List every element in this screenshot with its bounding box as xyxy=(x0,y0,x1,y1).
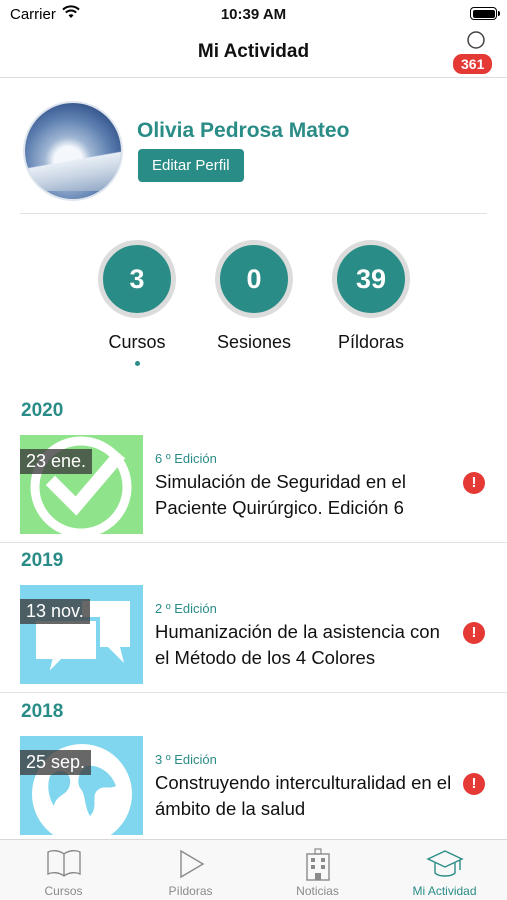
alert-icon[interactable]: ! xyxy=(463,622,485,644)
page-title: Mi Actividad xyxy=(197,41,310,62)
separator xyxy=(0,542,507,543)
user-notifications-button[interactable]: 361 xyxy=(451,30,499,76)
course-edition: 2 º Edición xyxy=(155,601,217,616)
alert-icon[interactable]: ! xyxy=(463,773,485,795)
avatar[interactable] xyxy=(25,103,121,199)
profile-header: Olivia Pedrosa Mateo Editar Perfil xyxy=(0,100,507,210)
status-bar: Carrier 10:39 AM xyxy=(0,0,507,28)
notification-badge: 361 xyxy=(451,52,495,76)
stat-sesiones[interactable]: 0 Sesiones xyxy=(214,240,294,353)
course-item[interactable]: 23 ene. 6 º Edición Simulación de Seguri… xyxy=(0,435,507,539)
tab-bar: Cursos Píldoras Noticias Mi Actividad xyxy=(0,839,507,900)
stat-value: 0 xyxy=(246,263,262,294)
tab-label: Mi Actividad xyxy=(412,884,477,898)
tab-label: Cursos xyxy=(44,884,83,898)
course-thumbnail: 13 nov. xyxy=(20,585,143,684)
course-title: Construyendo interculturalidad en el ámb… xyxy=(155,772,452,819)
course-title: Simulación de Seguridad en el Paciente Q… xyxy=(155,471,406,518)
stat-label: Cursos xyxy=(108,332,166,352)
stat-cursos[interactable]: 3 Cursos xyxy=(97,240,177,366)
course-date: 13 nov. xyxy=(20,599,90,624)
tab-pildoras[interactable]: Píldoras xyxy=(127,840,254,900)
edit-profile-button[interactable]: Editar Perfil xyxy=(138,149,244,182)
navigation-bar: Mi Actividad 361 xyxy=(0,28,507,78)
year-header: 2018 xyxy=(21,701,64,722)
stat-circle: 0 xyxy=(215,240,293,318)
course-title: Humanización de la asistencia con el Mét… xyxy=(155,621,440,668)
alert-icon[interactable]: ! xyxy=(463,472,485,494)
stat-label: Sesiones xyxy=(216,332,292,352)
profile-name: Olivia Pedrosa Mateo xyxy=(137,119,350,142)
course-edition: 6 º Edición xyxy=(155,451,217,466)
stat-value: 3 xyxy=(129,263,145,294)
course-date: 23 ene. xyxy=(20,449,93,474)
book-icon xyxy=(46,849,81,877)
graduation-cap-icon xyxy=(425,850,464,877)
stat-circle: 3 xyxy=(98,240,176,318)
tab-mi-actividad[interactable]: Mi Actividad xyxy=(381,840,507,900)
stat-circle: 39 xyxy=(332,240,410,318)
course-edition: 3 º Edición xyxy=(155,752,217,767)
building-icon xyxy=(305,848,330,881)
year-header: 2019 xyxy=(21,550,64,571)
stat-label: Píldoras xyxy=(337,332,405,352)
stat-pildoras[interactable]: 39 Píldoras xyxy=(331,240,411,353)
course-thumbnail: 23 ene. xyxy=(20,435,143,534)
tab-label: Píldoras xyxy=(168,884,213,898)
course-date: 25 sep. xyxy=(20,750,92,775)
selected-indicator xyxy=(134,361,140,366)
clock: 10:39 AM xyxy=(220,6,287,23)
divider xyxy=(20,213,487,214)
separator xyxy=(0,692,507,693)
course-thumbnail: 25 sep. xyxy=(20,736,143,835)
tab-label: Noticias xyxy=(296,884,339,898)
course-item[interactable]: 25 sep. 3 º Edición Construyendo intercu… xyxy=(0,736,507,840)
year-header: 2020 xyxy=(21,400,64,421)
course-item[interactable]: 13 nov. 2 º Edición Humanización de la a… xyxy=(0,585,507,689)
tab-noticias[interactable]: Noticias xyxy=(254,840,381,900)
stat-value: 39 xyxy=(355,263,387,294)
tab-cursos[interactable]: Cursos xyxy=(0,840,127,900)
play-icon xyxy=(179,849,204,879)
battery-icon xyxy=(470,7,500,20)
